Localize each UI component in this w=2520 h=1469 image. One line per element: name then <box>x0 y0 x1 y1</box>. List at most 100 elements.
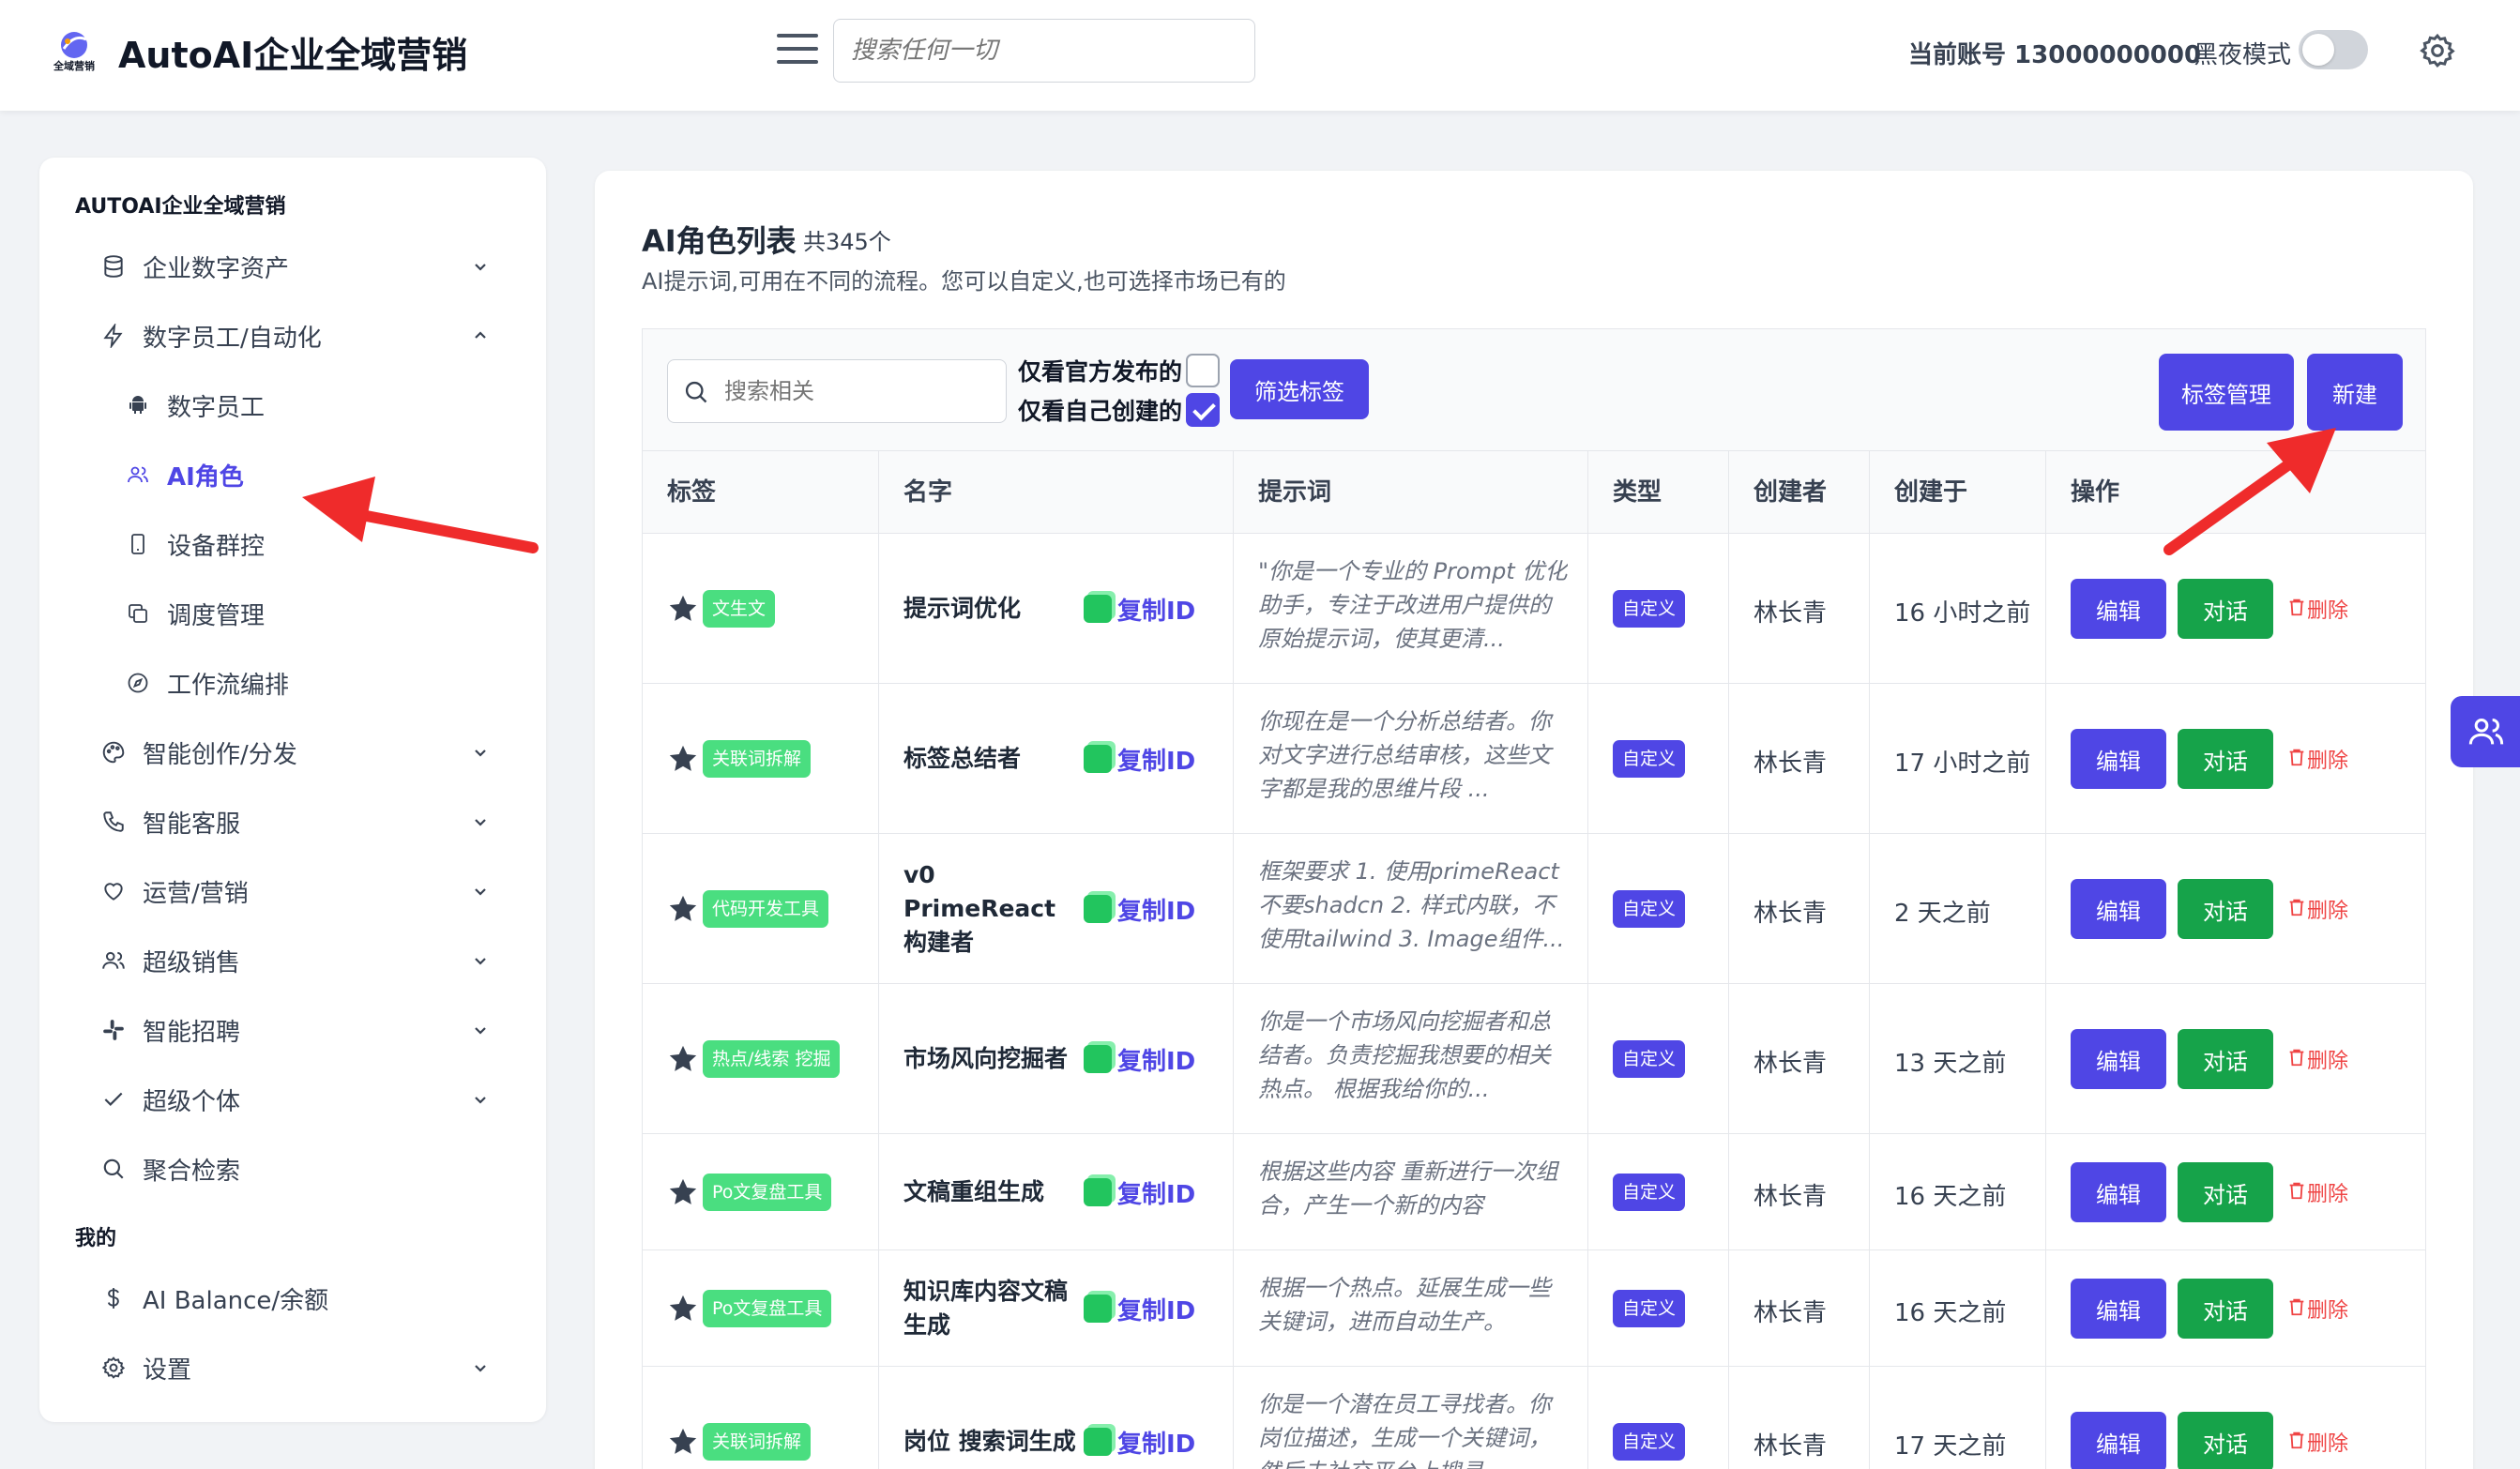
cell-type: 自定义 <box>1588 1367 1729 1469</box>
star-icon[interactable] <box>667 893 699 925</box>
column-header-prompt[interactable]: 提示词 <box>1234 451 1588 534</box>
tag-badge: 代码开发工具 <box>703 890 829 928</box>
cell-created: 13 天之前 <box>1870 984 2046 1133</box>
cell-name: 提示词优化 复制ID <box>879 534 1234 683</box>
star-icon[interactable] <box>667 1176 699 1208</box>
sidebar-item-super-sales[interactable]: 超级销售 <box>98 934 492 987</box>
delete-button[interactable]: 删除 <box>2286 894 2348 924</box>
chat-button[interactable]: 对话 <box>2178 1279 2273 1339</box>
tag-badge: Po文复盘工具 <box>703 1174 832 1211</box>
floating-contact-button[interactable] <box>2451 696 2520 767</box>
copy-icon <box>1084 1428 1112 1456</box>
android-icon <box>122 389 154 421</box>
delete-button[interactable]: 删除 <box>2286 1044 2348 1074</box>
type-badge: 自定义 <box>1613 890 1686 928</box>
chat-button[interactable]: 对话 <box>2178 1412 2273 1469</box>
trash-icon <box>2286 1295 2307 1322</box>
copy-id-button[interactable]: 复制ID <box>1084 890 1195 928</box>
star-icon[interactable] <box>667 1293 699 1325</box>
chat-button[interactable]: 对话 <box>2178 879 2273 939</box>
delete-button[interactable]: 删除 <box>2286 594 2348 624</box>
column-header-name[interactable]: 名字 <box>879 451 1234 534</box>
sidebar-subitem-scheduling[interactable]: 调度管理 <box>122 587 492 640</box>
column-header-tag[interactable]: 标签 <box>643 451 879 534</box>
dark-mode-toggle[interactable] <box>2299 30 2368 69</box>
new-role-button[interactable]: 新建 <box>2307 354 2403 431</box>
star-icon[interactable] <box>667 743 699 775</box>
copy-id-label: 复制ID <box>1117 1180 1196 1209</box>
hamburger-menu-icon[interactable] <box>777 34 818 66</box>
cell-prompt: 根据一个热点。延展生成一些关键词，进而自动生产。 <box>1234 1250 1588 1366</box>
sidebar-subitem-workflow[interactable]: 工作流编排 <box>122 657 492 709</box>
copy-id-button[interactable]: 复制ID <box>1084 1174 1195 1211</box>
sidebar-subitem-ai-role[interactable]: AI角色 <box>122 448 492 501</box>
column-header-type[interactable]: 类型 <box>1588 451 1729 534</box>
mine-only-checkbox[interactable] <box>1186 393 1221 427</box>
sidebar-item-creation-distribution[interactable]: 智能创作/分发 <box>98 726 492 779</box>
sidebar-subitem-device-control[interactable]: 设备群控 <box>122 518 492 570</box>
delete-button[interactable]: 删除 <box>2286 1294 2348 1324</box>
official-only-checkbox[interactable] <box>1186 354 1221 387</box>
sidebar-item-customer-service[interactable]: 智能客服 <box>98 795 492 848</box>
role-name: 文稿重组生成 <box>903 1178 1045 1205</box>
sidebar-item-aggregate-search[interactable]: 聚合检索 <box>98 1143 492 1195</box>
copy-id-button[interactable]: 复制ID <box>1084 1423 1195 1461</box>
creator-name: 林长青 <box>1753 1183 1828 1211</box>
edit-button[interactable]: 编辑 <box>2071 1279 2166 1339</box>
creator-name: 林长青 <box>1753 1299 1828 1327</box>
copy-id-button[interactable]: 复制ID <box>1084 1040 1195 1078</box>
sidebar-item-ai-balance[interactable]: AI Balance/余额 <box>98 1272 492 1325</box>
table-search-box[interactable] <box>667 359 1007 423</box>
prompt-text: 框架要求 1. 使用primeReact 不要shadcn 2. 样式内联，不使… <box>1258 858 1565 952</box>
edit-button[interactable]: 编辑 <box>2071 1412 2166 1469</box>
mine-only-filter: 仅看自己创建的 <box>1018 391 1221 429</box>
sidebar-subitem-label: 设备群控 <box>167 532 266 561</box>
edit-button[interactable]: 编辑 <box>2071 729 2166 789</box>
delete-button[interactable]: 删除 <box>2286 744 2348 774</box>
column-header-created[interactable]: 创建于 <box>1870 451 2046 534</box>
trash-icon <box>2286 1179 2307 1205</box>
sidebar-my-section-title: 我的 <box>75 1227 117 1250</box>
sidebar-item-digital-employee-automation[interactable]: 数字员工/自动化 <box>98 310 492 362</box>
sidebar-item-settings[interactable]: 设置 <box>98 1341 492 1394</box>
column-header-creator[interactable]: 创建者 <box>1729 451 1870 534</box>
copy-id-button[interactable]: 复制ID <box>1084 740 1195 778</box>
edit-button[interactable]: 编辑 <box>2071 1029 2166 1089</box>
tag-manage-button[interactable]: 标签管理 <box>2159 354 2294 431</box>
copy-id-button[interactable]: 复制ID <box>1084 590 1195 628</box>
edit-button[interactable]: 编辑 <box>2071 879 2166 939</box>
delete-button[interactable]: 删除 <box>2286 1427 2348 1457</box>
star-icon[interactable] <box>667 593 699 625</box>
chat-button[interactable]: 对话 <box>2178 579 2273 639</box>
delete-button[interactable]: 删除 <box>2286 1177 2348 1207</box>
sidebar-item-super-individual[interactable]: 超级个体 <box>98 1073 492 1126</box>
gear-icon[interactable] <box>2419 32 2456 69</box>
sidebar-item-digital-assets[interactable]: 企业数字资产 <box>98 240 492 293</box>
page-title: AI角色列表 <box>642 223 797 259</box>
copy-id-button[interactable]: 复制ID <box>1084 1290 1195 1327</box>
sidebar-item-label: 超级销售 <box>143 948 241 977</box>
chat-button[interactable]: 对话 <box>2178 729 2273 789</box>
copy-id-label: 复制ID <box>1117 597 1196 626</box>
chat-button[interactable]: 对话 <box>2178 1029 2273 1089</box>
chat-button[interactable]: 对话 <box>2178 1162 2273 1222</box>
sidebar-item-recruiting[interactable]: 智能招聘 <box>98 1004 492 1056</box>
chevron-down-icon <box>469 1356 492 1379</box>
cell-creator: 林长青 <box>1729 984 1870 1133</box>
table-search-input[interactable] <box>724 368 996 415</box>
filter-tags-button[interactable]: 筛选标签 <box>1230 359 1369 419</box>
copy-icon <box>1084 895 1112 923</box>
star-icon[interactable] <box>667 1043 699 1075</box>
cell-created: 16 小时之前 <box>1870 534 2046 683</box>
edit-button[interactable]: 编辑 <box>2071 579 2166 639</box>
global-search-input[interactable] <box>833 19 1255 83</box>
sidebar-subitem-digital-employee[interactable]: 数字员工 <box>122 379 492 432</box>
star-icon[interactable] <box>667 1426 699 1458</box>
cell-name: 标签总结者 复制ID <box>879 684 1234 833</box>
role-name: 提示词优化 <box>903 595 1022 622</box>
copy-icon <box>1084 1045 1112 1073</box>
edit-button[interactable]: 编辑 <box>2071 1162 2166 1222</box>
sidebar-item-operations-marketing[interactable]: 运营/营销 <box>98 865 492 917</box>
created-time: 17 天之前 <box>1894 1432 2007 1461</box>
cell-actions: 编辑 对话 删除 <box>2046 1250 2425 1366</box>
